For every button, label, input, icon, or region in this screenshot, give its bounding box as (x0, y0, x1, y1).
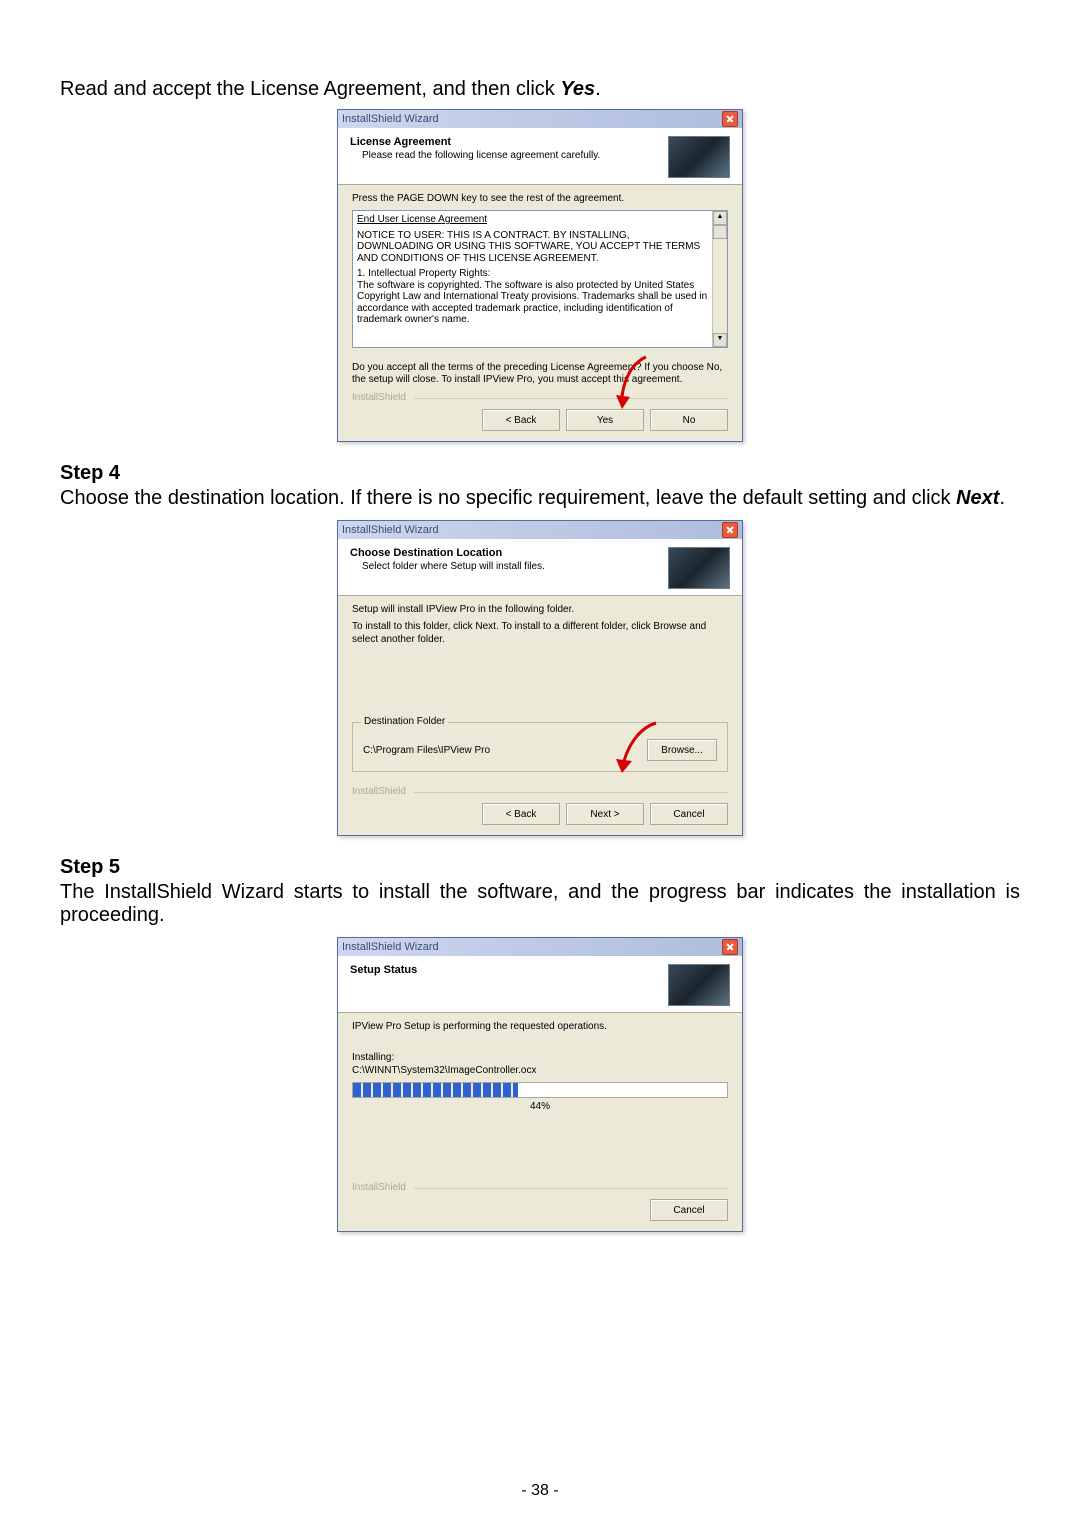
license-p2: NOTICE TO USER: THIS IS A CONTRACT. BY I… (357, 230, 723, 265)
step4-body-prefix: Choose the destination location. If ther… (60, 487, 956, 509)
destination-path: C:\Program Files\IPView Pro (363, 745, 490, 756)
license-p3a: 1. Intellectual Property Rights: (357, 268, 723, 280)
license-dialog: InstallShield Wizard License Agreement P… (337, 109, 743, 442)
button-row: < Back Yes No (338, 403, 742, 441)
status-dialog: InstallShield Wizard Setup Status IPView… (337, 937, 743, 1232)
intro-cta: Yes (560, 78, 595, 100)
destination-legend: Destination Folder (361, 716, 448, 727)
license-p3b: The software is copyrighted. The softwar… (357, 280, 723, 326)
titlebar: InstallShield Wizard (338, 938, 742, 956)
no-button[interactable]: No (650, 409, 728, 431)
dest-line2: To install to this folder, click Next. T… (352, 621, 728, 646)
header-image (668, 964, 730, 1006)
close-icon[interactable] (722, 522, 738, 538)
dialog-title: InstallShield Wizard (342, 524, 722, 536)
close-icon[interactable] (722, 939, 738, 955)
header-title: License Agreement (350, 136, 662, 148)
back-button[interactable]: < Back (482, 803, 560, 825)
dialog-title: InstallShield Wizard (342, 113, 722, 125)
intro-text: Read and accept the License Agreement, a… (60, 78, 1020, 101)
button-row: < Back Next > Cancel (338, 797, 742, 835)
document-page: Read and accept the License Agreement, a… (0, 0, 1080, 1528)
header-image (668, 136, 730, 178)
dialog-content: Setup will install IPView Pro in the fol… (338, 596, 742, 780)
back-button[interactable]: < Back (482, 409, 560, 431)
progress-bar (352, 1082, 728, 1098)
intro-suffix: . (595, 78, 601, 100)
header-image (668, 547, 730, 589)
header-subtitle: Please read the following license agreem… (362, 150, 662, 161)
dialog-title: InstallShield Wizard (342, 941, 722, 953)
installing-path: C:\WINNT\System32\ImageController.ocx (352, 1065, 728, 1076)
step4-cta: Next (956, 487, 999, 509)
destination-folder-group: Destination Folder C:\Program Files\IPVi… (352, 722, 728, 772)
destination-dialog: InstallShield Wizard Choose Destination … (337, 520, 743, 836)
titlebar: InstallShield Wizard (338, 521, 742, 539)
intro-prefix: Read and accept the License Agreement, a… (60, 78, 560, 100)
brand-line: InstallShield (352, 786, 742, 797)
cancel-button[interactable]: Cancel (650, 803, 728, 825)
cancel-button[interactable]: Cancel (650, 1199, 728, 1221)
header-title: Choose Destination Location (350, 547, 662, 559)
brand-line: InstallShield (352, 392, 742, 403)
dest-line1: Setup will install IPView Pro in the fol… (352, 604, 728, 615)
step4-body: Choose the destination location. If ther… (60, 487, 1020, 510)
dialog-header: Setup Status (338, 956, 742, 1013)
dialog-content: Press the PAGE DOWN key to see the rest … (338, 185, 742, 354)
page-down-prompt: Press the PAGE DOWN key to see the rest … (352, 193, 728, 204)
dialog-content: IPView Pro Setup is performing the reque… (338, 1013, 742, 1176)
yes-button[interactable]: Yes (566, 409, 644, 431)
brand-line: InstallShield (352, 1182, 742, 1193)
license-p1: End User License Agreement (357, 214, 723, 226)
dialog-header: Choose Destination Location Select folde… (338, 539, 742, 596)
step5-body: The InstallShield Wizard starts to insta… (60, 881, 1020, 927)
scrollbar[interactable]: ▲ ▼ (712, 211, 727, 347)
step4-block: Step 4 Choose the destination location. … (60, 462, 1020, 510)
progress-fill (353, 1083, 518, 1097)
step5-heading: Step 5 (60, 856, 1020, 879)
page-number: - 38 - (0, 1482, 1080, 1500)
header-subtitle: Select folder where Setup will install f… (362, 561, 662, 572)
installing-label: Installing: (352, 1052, 728, 1063)
titlebar: InstallShield Wizard (338, 110, 742, 128)
scroll-down-icon[interactable]: ▼ (713, 333, 727, 347)
close-icon[interactable] (722, 111, 738, 127)
progress-percent: 44% (352, 1101, 728, 1112)
scroll-thumb[interactable] (713, 225, 727, 239)
button-row: Cancel (338, 1193, 742, 1231)
step4-heading: Step 4 (60, 462, 1020, 485)
dialog-header: License Agreement Please read the follow… (338, 128, 742, 185)
step5-block: Step 5 The InstallShield Wizard starts t… (60, 856, 1020, 927)
status-line1: IPView Pro Setup is performing the reque… (352, 1021, 728, 1032)
step4-body-suffix: . (999, 487, 1005, 509)
accept-question: Do you accept all the terms of the prece… (338, 362, 742, 386)
next-button[interactable]: Next > (566, 803, 644, 825)
scroll-up-icon[interactable]: ▲ (713, 211, 727, 225)
browse-button[interactable]: Browse... (647, 739, 717, 761)
header-title: Setup Status (350, 964, 662, 976)
license-textbox[interactable]: End User License Agreement NOTICE TO USE… (352, 210, 728, 348)
